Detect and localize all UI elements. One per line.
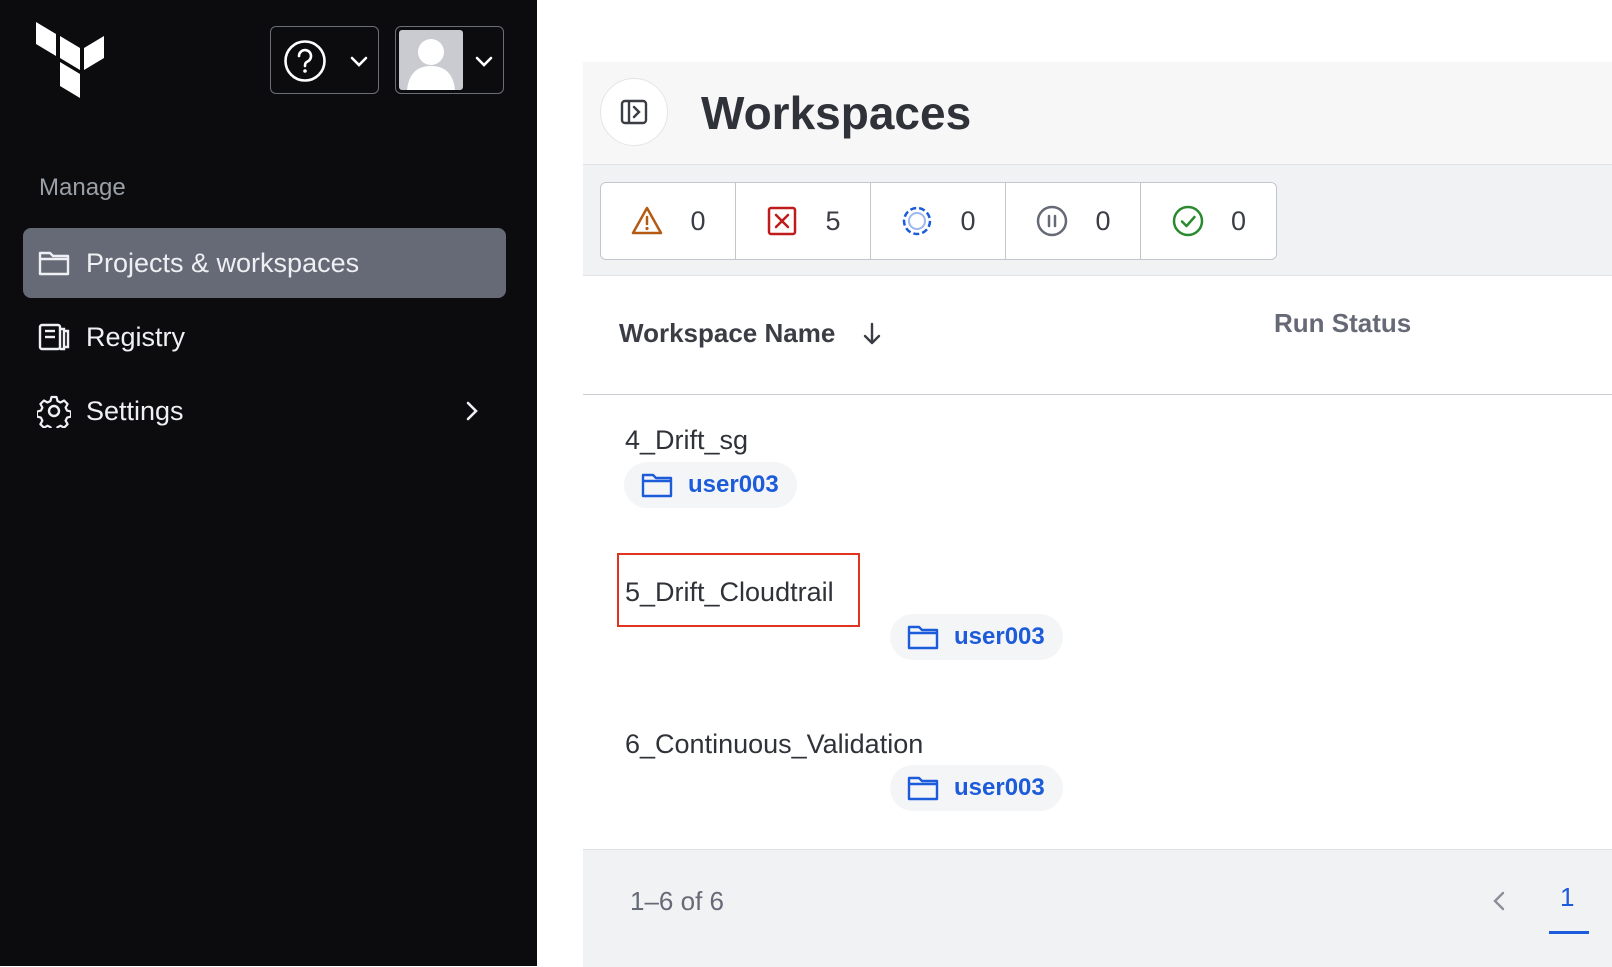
sidebar-item-label: Settings xyxy=(86,395,184,426)
chevron-right-icon xyxy=(466,401,478,421)
help-menu-button[interactable] xyxy=(270,26,379,94)
chevron-down-icon xyxy=(475,56,493,67)
registry-icon xyxy=(38,323,70,351)
filter-running-button[interactable]: 0 xyxy=(871,183,1006,259)
page-title: Workspaces xyxy=(701,87,972,139)
filter-warning-button[interactable]: 0 xyxy=(601,183,736,259)
filter-success-button[interactable]: 0 xyxy=(1141,183,1276,259)
project-badge[interactable]: user003 xyxy=(624,462,797,508)
project-badge[interactable]: user003 xyxy=(890,765,1063,811)
pagination-bar xyxy=(583,849,1612,967)
sidebar-item-label: Projects & workspaces xyxy=(86,247,360,278)
chevron-down-icon xyxy=(350,56,368,67)
sidebar-item-label: Registry xyxy=(86,321,186,352)
toggle-panel-button[interactable] xyxy=(600,78,668,146)
sidebar-item-projects-workspaces[interactable]: Projects & workspaces xyxy=(23,228,506,298)
filter-error-button[interactable]: 5 xyxy=(736,183,871,259)
column-header-run-status[interactable]: Run Status xyxy=(1274,308,1411,339)
paused-icon xyxy=(1037,205,1068,237)
filter-count: 0 xyxy=(1230,205,1247,236)
folder-icon xyxy=(641,473,673,498)
pagination-count: 1–6 of 6 xyxy=(630,886,724,916)
error-icon xyxy=(768,206,797,236)
success-icon xyxy=(1172,205,1204,237)
sidebar-section-heading: Manage xyxy=(39,174,126,201)
filter-paused-button[interactable]: 0 xyxy=(1006,183,1141,259)
running-icon xyxy=(903,206,932,236)
workspace-link[interactable]: 4_Drift_sg xyxy=(625,425,748,456)
pagination-page-current[interactable]: 1 xyxy=(1549,882,1589,934)
sidebar-item-settings[interactable]: Settings xyxy=(23,376,506,446)
project-label: user003 xyxy=(688,471,779,498)
user-menu-button[interactable] xyxy=(395,26,504,94)
status-filter-group: 0 5 0 0 0 xyxy=(600,182,1277,260)
gear-icon xyxy=(37,395,71,428)
chevron-left-icon[interactable] xyxy=(1486,888,1512,914)
project-label: user003 xyxy=(954,774,1045,801)
terraform-logo[interactable] xyxy=(34,20,106,100)
folder-icon xyxy=(38,251,70,276)
filter-count: 0 xyxy=(960,205,976,236)
sidebar: Manage Projects & workspaces Registry Se… xyxy=(0,0,537,966)
avatar xyxy=(399,30,463,90)
workspace-link[interactable]: 6_Continuous_Validation xyxy=(625,729,923,760)
filter-count: 0 xyxy=(1095,205,1111,236)
filter-count: 5 xyxy=(825,205,841,236)
sidebar-item-registry[interactable]: Registry xyxy=(23,302,506,372)
column-header-workspace-name[interactable]: Workspace Name xyxy=(619,318,885,349)
project-label: user003 xyxy=(954,623,1045,650)
project-badge[interactable]: user003 xyxy=(890,614,1063,660)
workspace-link[interactable]: 5_Drift_Cloudtrail xyxy=(625,577,834,608)
arrow-down-icon xyxy=(864,322,881,344)
filter-count: 0 xyxy=(690,205,706,236)
help-icon xyxy=(284,40,326,82)
column-header-label: Workspace Name xyxy=(619,318,836,348)
folder-icon xyxy=(907,776,939,801)
sidebar-toggle-icon xyxy=(620,99,648,125)
folder-icon xyxy=(907,625,939,650)
top-header-strip xyxy=(583,0,1612,63)
warning-icon xyxy=(632,206,663,235)
